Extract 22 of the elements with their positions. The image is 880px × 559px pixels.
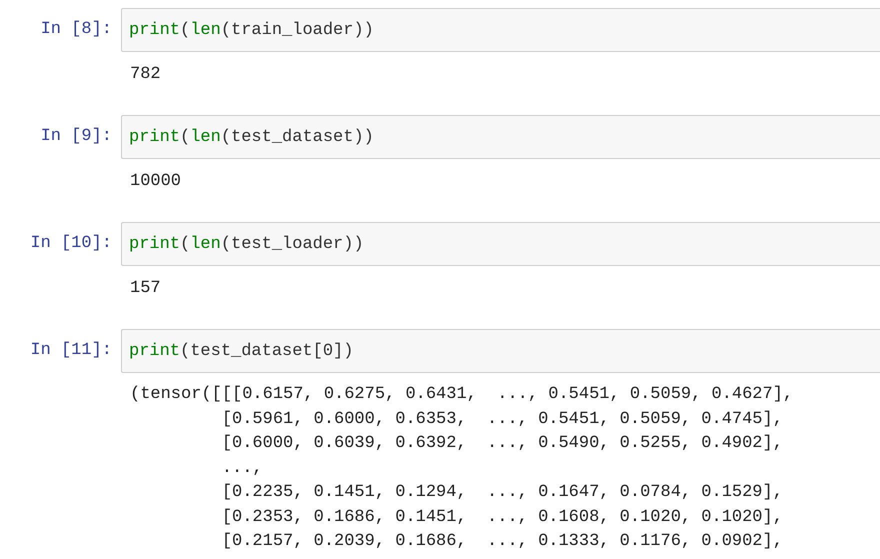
output-text: [0.5961, 0.6000, 0.6353, ..., 0.5451, 0.5059, 0.4745], [220, 408, 783, 430]
input-prompt: In [8]: [40, 19, 113, 41]
input-prompt: In [9]: [40, 126, 113, 148]
output-text: [0.2353, 0.1686, 0.1451, ..., 0.1608, 0.1020, 0.1020], [220, 506, 783, 528]
input-prompt: In [10]: [29, 233, 113, 255]
code-cell[interactable]: print(test_dataset[0]) [121, 329, 880, 373]
code-cell[interactable]: print(len(test_loader)) [121, 222, 880, 266]
code-cell[interactable]: print(len(train_loader)) [121, 8, 880, 52]
output-text: [0.2157, 0.2039, 0.1686, ..., 0.1333, 0.1176, 0.0902], [220, 531, 783, 553]
output-text: [0.6000, 0.6039, 0.6392, ..., 0.5490, 0.5255, 0.4902], [220, 433, 783, 455]
code-line: print(len(test_loader)) [129, 234, 364, 254]
input-prompt: In [11]: [29, 340, 113, 362]
output-text: 10000 [130, 171, 182, 193]
output-text: 157 [130, 278, 161, 300]
code-line: print(len(train_loader)) [129, 20, 374, 40]
code-line: print(test_dataset[0]) [129, 342, 354, 360]
code-line: print(len(test_dataset)) [129, 128, 374, 146]
output-text: 782 [130, 64, 161, 86]
output-text: (tensor([[[0.6157, 0.6275, 0.6431, ..., 0.5451, 0.5059, 0.4627], [130, 384, 794, 406]
output-text: [0.2235, 0.1451, 0.1294, ..., 0.1647, 0.0784, 0.1529], [220, 482, 783, 504]
output-text: ..., [220, 458, 263, 480]
code-cell[interactable]: print(len(test_dataset)) [121, 115, 880, 159]
